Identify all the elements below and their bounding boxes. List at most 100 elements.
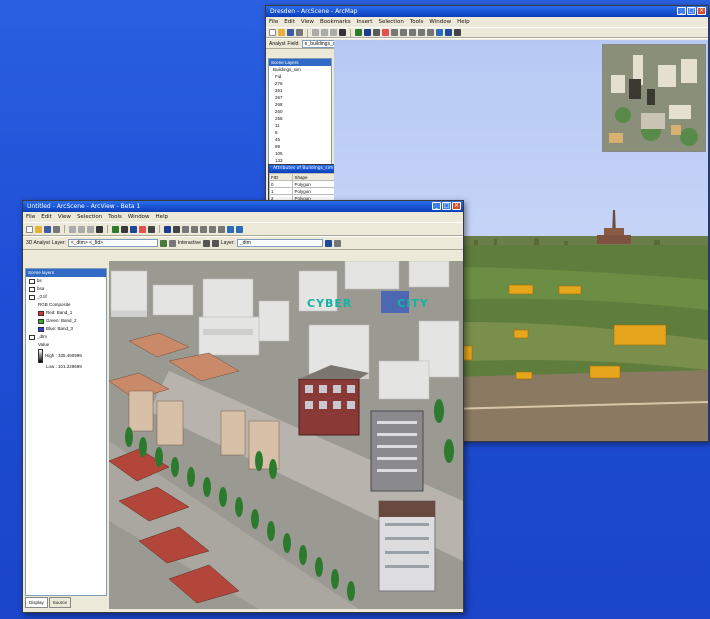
- toc-item[interactable]: 8: [269, 129, 331, 136]
- menu-window[interactable]: Window: [128, 212, 150, 222]
- menu-insert[interactable]: Insert: [357, 17, 373, 27]
- open-icon[interactable]: [35, 225, 42, 233]
- menu-help[interactable]: Help: [457, 17, 470, 27]
- toc-item-layer[interactable]: bs: [26, 277, 106, 285]
- layer-tool-icon[interactable]: [333, 239, 341, 247]
- toc-item-layer[interactable]: _0.tif: [26, 293, 106, 301]
- analyst-label[interactable]: Analyst: [269, 41, 285, 47]
- toc-item[interactable]: 105: [269, 150, 331, 157]
- layer-globe-icon[interactable]: [324, 239, 332, 247]
- identify-icon[interactable]: [436, 29, 443, 36]
- menu-window[interactable]: Window: [429, 17, 451, 27]
- identify-icon[interactable]: [227, 225, 234, 233]
- steepest-path-icon[interactable]: [168, 239, 176, 247]
- menu-edit[interactable]: Edit: [41, 212, 52, 222]
- fly-icon[interactable]: [373, 29, 380, 36]
- toc-item-layer[interactable]: _dtm: [26, 333, 106, 341]
- contour-icon[interactable]: [159, 239, 167, 247]
- toc-item[interactable]: 45: [269, 136, 331, 143]
- menu-file[interactable]: File: [26, 212, 35, 222]
- menu-tools[interactable]: Tools: [108, 212, 122, 222]
- maximize-button[interactable]: □: [442, 202, 451, 210]
- copy-icon[interactable]: [78, 225, 85, 233]
- minimize-button[interactable]: _: [677, 7, 686, 15]
- tab-source[interactable]: Source: [48, 597, 72, 608]
- layer-checkbox[interactable]: [29, 286, 35, 292]
- toc-item[interactable]: 260: [269, 108, 331, 115]
- save-icon[interactable]: [44, 225, 51, 233]
- menu-view[interactable]: View: [58, 212, 71, 222]
- add-data-icon[interactable]: [112, 225, 119, 233]
- scene-window-titlebar[interactable]: Dresden - ArcScene - ArcMap _ □ ×: [266, 6, 708, 17]
- print-icon[interactable]: [53, 225, 60, 233]
- menu-selection[interactable]: Selection: [378, 17, 403, 27]
- tab-display[interactable]: Display: [25, 597, 48, 608]
- line-of-sight-icon[interactable]: [202, 239, 210, 247]
- select-icon[interactable]: [427, 29, 434, 36]
- toc-item[interactable]: 267: [269, 94, 331, 101]
- close-button[interactable]: ×: [697, 7, 706, 15]
- toc-item-layer[interactable]: bsa: [26, 285, 106, 293]
- target-icon[interactable]: [139, 225, 146, 233]
- layer-select[interactable]: <_dtm> <_fid>: [67, 239, 158, 247]
- zoom-in-icon[interactable]: [182, 225, 189, 233]
- full-extent-icon[interactable]: [209, 225, 216, 233]
- new-icon[interactable]: [26, 225, 33, 233]
- full-extent-icon[interactable]: [418, 29, 425, 36]
- toc-item[interactable]: 268: [269, 101, 331, 108]
- menu-view[interactable]: View: [301, 17, 314, 27]
- maximize-button[interactable]: □: [687, 7, 696, 15]
- toc-item[interactable]: Fid: [269, 73, 331, 80]
- copy-icon[interactable]: [321, 29, 328, 36]
- toc-item[interactable]: 261: [269, 87, 331, 94]
- toc-item[interactable]: 276: [269, 80, 331, 87]
- save-icon[interactable]: [287, 29, 294, 36]
- globe-icon[interactable]: [445, 29, 452, 36]
- menu-bookmarks[interactable]: Bookmarks: [320, 17, 351, 27]
- navigate-icon[interactable]: [364, 29, 371, 36]
- layer-checkbox[interactable]: [29, 334, 35, 340]
- globe-icon[interactable]: [130, 225, 137, 233]
- scene-properties-icon[interactable]: [121, 225, 128, 233]
- arcscene-window-titlebar[interactable]: Untitled - ArcScene - ArcView - Beta 1 _…: [23, 201, 463, 212]
- delete-icon[interactable]: [339, 29, 346, 36]
- toc-item[interactable]: 133: [269, 157, 331, 164]
- layer2-select[interactable]: _dtm: [236, 239, 323, 247]
- toc-item[interactable]: 258: [269, 115, 331, 122]
- toc-item[interactable]: Buildings_sim: [269, 66, 331, 73]
- toc-item[interactable]: 11: [269, 122, 331, 129]
- select-icon[interactable]: [218, 225, 225, 233]
- new-icon[interactable]: [269, 29, 276, 36]
- menu-edit[interactable]: Edit: [284, 17, 295, 27]
- close-button[interactable]: ×: [452, 202, 461, 210]
- navigate-icon[interactable]: [164, 225, 171, 233]
- toc-item[interactable]: 99: [269, 143, 331, 150]
- profile-icon[interactable]: [211, 239, 219, 247]
- layer-checkbox[interactable]: [29, 278, 35, 284]
- zoom-out-icon[interactable]: [400, 29, 407, 36]
- overview-map[interactable]: [602, 44, 706, 152]
- delete-icon[interactable]: [96, 225, 103, 233]
- col-header[interactable]: Shape: [292, 173, 338, 181]
- zoom-out-icon[interactable]: [191, 225, 198, 233]
- paste-icon[interactable]: [87, 225, 94, 233]
- menu-selection[interactable]: Selection: [77, 212, 102, 222]
- cut-icon[interactable]: [312, 29, 319, 36]
- minimize-button[interactable]: _: [432, 202, 441, 210]
- paste-icon[interactable]: [330, 29, 337, 36]
- add-data-icon[interactable]: [355, 29, 362, 36]
- layer-checkbox[interactable]: [29, 294, 35, 300]
- open-icon[interactable]: [278, 29, 285, 36]
- fly-icon[interactable]: [173, 225, 180, 233]
- menu-tools[interactable]: Tools: [410, 17, 424, 27]
- pan-icon[interactable]: [200, 225, 207, 233]
- help-icon[interactable]: [454, 29, 461, 36]
- help-icon[interactable]: [148, 225, 155, 233]
- menu-file[interactable]: File: [269, 17, 278, 27]
- print-icon[interactable]: [296, 29, 303, 36]
- interactive-label[interactable]: Interactive: [178, 240, 201, 246]
- city-3d-view[interactable]: CYBER CITY: [109, 261, 463, 609]
- cut-icon[interactable]: [69, 225, 76, 233]
- col-header[interactable]: FID: [269, 173, 294, 181]
- 3d-analyst-label[interactable]: 3D Analyst: [26, 240, 50, 246]
